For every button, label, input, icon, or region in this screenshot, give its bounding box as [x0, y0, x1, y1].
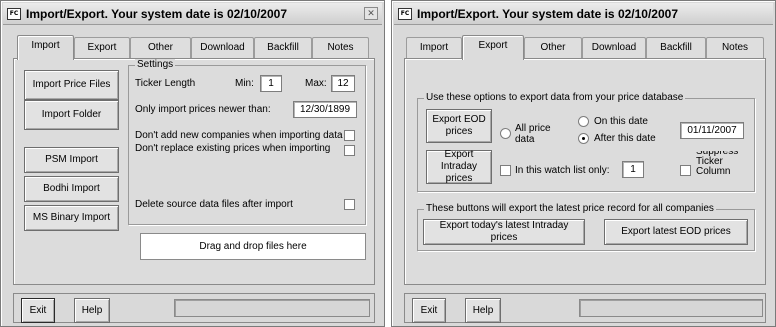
on-this-date-radio[interactable] [578, 116, 589, 127]
footer-bar: Exit Help [13, 293, 375, 323]
suppress-ticker-label: Suppress Ticker Column [696, 151, 739, 177]
import-tab-panel: Import Price Files Import Folder PSM Imp… [13, 58, 375, 285]
no-replace-prices-label: Don't replace existing prices when impor… [135, 143, 331, 154]
tab-download[interactable]: Download [582, 37, 646, 58]
import-folder-button[interactable]: Import Folder [24, 100, 119, 130]
newer-than-label: Only import prices newer than: [135, 104, 271, 115]
import-price-files-button[interactable]: Import Price Files [24, 70, 119, 100]
export-options-legend: Use these options to export data from yo… [424, 92, 686, 103]
tab-backfill[interactable]: Backfill [254, 37, 312, 58]
ticker-length-label: Ticker Length [135, 78, 196, 89]
close-icon[interactable]: ✕ [364, 7, 378, 20]
tab-other[interactable]: Other [524, 37, 582, 58]
ms-binary-import-button[interactable]: MS Binary Import [24, 205, 119, 231]
min-length-input[interactable]: 1 [260, 75, 282, 92]
title-bar: FC Import/Export. Your system date is 02… [394, 3, 773, 25]
all-price-data-label: All price data [515, 123, 551, 145]
tab-strip: Import Export Other Download Backfill No… [404, 35, 766, 60]
no-replace-prices-checkbox[interactable] [344, 145, 355, 156]
settings-group: Settings Ticker Length Min: 1 Max: 12 On… [128, 59, 366, 225]
help-button[interactable]: Help [74, 298, 110, 323]
tab-notes[interactable]: Notes [312, 37, 369, 58]
app-icon: FC [7, 7, 21, 20]
tab-import[interactable]: Import [406, 37, 462, 58]
export-latest-eod-button[interactable]: Export latest EOD prices [604, 219, 748, 245]
all-price-data-radio[interactable] [500, 128, 511, 139]
app-icon: FC [398, 7, 412, 20]
status-field [174, 299, 370, 317]
delete-source-checkbox[interactable] [344, 199, 355, 210]
help-button[interactable]: Help [465, 298, 501, 323]
newer-than-date-input[interactable]: 12/30/1899 [293, 101, 357, 118]
export-eod-button[interactable]: Export EOD prices [426, 109, 492, 143]
title-bar: FC Import/Export. Your system date is 02… [3, 3, 382, 25]
export-tab-panel: Use these options to export data from yo… [404, 58, 766, 285]
export-latest-intraday-button[interactable]: Export today's latest Intraday prices [423, 219, 585, 245]
no-add-companies-checkbox[interactable] [344, 130, 355, 141]
tab-other[interactable]: Other [130, 37, 191, 58]
drag-drop-zone[interactable]: Drag and drop files here [140, 233, 366, 260]
tab-export[interactable]: Export [74, 37, 130, 58]
footer-bar: Exit Help [404, 293, 766, 323]
on-this-date-label: On this date [594, 116, 648, 127]
tab-backfill[interactable]: Backfill [646, 37, 706, 58]
window-title: Import/Export. Your system date is 02/10… [26, 6, 287, 21]
suppress-ticker-label-clip: Suppress Ticker Column [696, 151, 740, 185]
watch-list-label: In this watch list only: [515, 165, 610, 176]
import-export-window-export: FC Import/Export. Your system date is 02… [391, 0, 776, 327]
after-this-date-radio[interactable] [578, 133, 589, 144]
max-length-input[interactable]: 12 [331, 75, 355, 92]
bodhi-import-button[interactable]: Bodhi Import [24, 176, 119, 202]
status-field [579, 299, 763, 317]
watch-list-checkbox[interactable] [500, 165, 511, 176]
export-date-input[interactable]: 01/11/2007 [680, 122, 744, 139]
export-latest-legend: These buttons will export the latest pri… [424, 203, 716, 214]
min-label: Min: [235, 78, 254, 89]
export-intraday-button[interactable]: Export Intraday prices [426, 149, 492, 184]
tab-import[interactable]: Import [17, 35, 74, 60]
tab-notes[interactable]: Notes [706, 37, 764, 58]
tab-download[interactable]: Download [191, 37, 254, 58]
import-export-window-import: FC Import/Export. Your system date is 02… [0, 0, 385, 327]
exit-button[interactable]: Exit [21, 298, 55, 323]
delete-source-label: Delete source data files after import [135, 199, 293, 210]
exit-button[interactable]: Exit [412, 298, 446, 323]
suppress-ticker-checkbox[interactable] [680, 165, 691, 176]
export-latest-group: These buttons will export the latest pri… [417, 203, 755, 251]
export-options-group: Use these options to export data from yo… [417, 92, 755, 192]
watch-list-input[interactable]: 1 [622, 161, 644, 178]
window-title: Import/Export. Your system date is 02/10… [417, 6, 678, 21]
after-this-date-label: After this date [594, 133, 656, 144]
psm-import-button[interactable]: PSM Import [24, 147, 119, 173]
tab-export[interactable]: Export [462, 35, 524, 60]
no-add-companies-label: Don't add new companies when importing d… [135, 130, 343, 141]
max-label: Max: [305, 78, 327, 89]
settings-legend: Settings [135, 59, 176, 70]
tab-strip: Import Export Other Download Backfill No… [13, 35, 375, 60]
